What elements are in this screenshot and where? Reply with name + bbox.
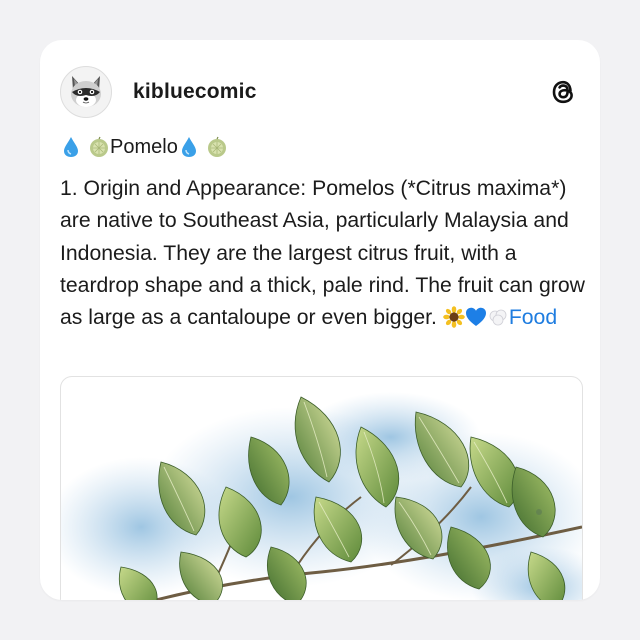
post-title: Pomelo — [110, 135, 178, 158]
pomelo-icon — [206, 136, 228, 158]
watercolor-leaves-image — [61, 392, 582, 600]
post-image[interactable] — [60, 376, 583, 600]
cotton-icon — [487, 306, 509, 328]
sunflower-icon — [443, 306, 465, 328]
post-title-line: Pomelo — [60, 133, 228, 161]
blue-heart-icon — [465, 306, 487, 328]
avatar[interactable] — [60, 66, 112, 118]
droplet-icon — [60, 136, 82, 158]
raccoon-icon — [71, 76, 101, 107]
hashtag-link[interactable]: Food — [509, 306, 557, 329]
post-header: kibluecomic — [60, 66, 580, 118]
username[interactable]: kibluecomic — [133, 80, 257, 104]
pomelo-icon — [88, 136, 110, 158]
post-card[interactable]: kibluecomic Pomelo 1. Origin and Appeara… — [40, 40, 600, 600]
droplet-icon — [178, 136, 200, 158]
post-body: 1. Origin and Appearance: Pomelos (*Citr… — [60, 173, 585, 334]
threads-logo-icon[interactable] — [548, 76, 578, 108]
